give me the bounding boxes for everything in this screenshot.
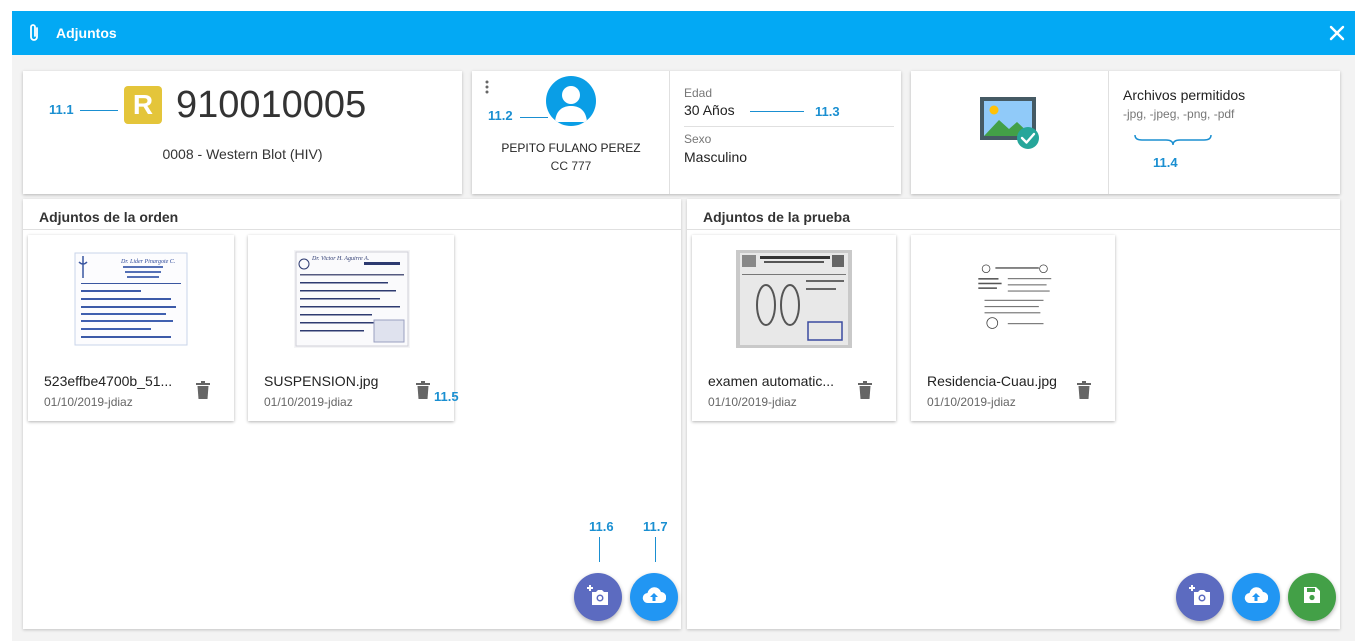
add-photo-icon [586, 584, 610, 611]
upload-button[interactable] [1232, 573, 1280, 621]
attachment-name: examen automatic... [708, 373, 835, 389]
sex-label: Sexo [684, 132, 712, 146]
delete-icon[interactable] [196, 381, 210, 399]
annotation-11-1: 11.1 [49, 102, 74, 117]
attachment-thumbnail [736, 250, 852, 348]
study-name: 0008 - Western Blot (HIV) [162, 146, 323, 162]
permitted-file-types: -jpg, -jpeg, -png, -pdf [1123, 107, 1235, 121]
attachment-name: SUSPENSION.jpg [264, 373, 379, 389]
age-label: Edad [684, 86, 713, 100]
annotation-line [655, 537, 656, 562]
cloud-upload-icon [1244, 586, 1269, 609]
delete-icon[interactable] [1077, 381, 1091, 399]
cloud-upload-icon [642, 586, 667, 609]
svg-text:Dr. Lider Pinargote C.: Dr. Lider Pinargote C. [120, 259, 175, 265]
dialog-title: Adjuntos [56, 25, 117, 41]
upload-button[interactable] [630, 573, 678, 621]
brace-icon [1134, 133, 1212, 147]
sex-value: Masculino [684, 149, 748, 165]
avatar [546, 76, 596, 126]
svg-text:Dr. Victor H. Aguirre A.: Dr. Victor H. Aguirre A. [311, 256, 369, 262]
attachment-name: Residencia-Cuau.jpg [927, 373, 1057, 389]
add-photo-button[interactable] [574, 573, 622, 621]
annotation-line [80, 110, 118, 111]
annotation-11-6: 11.6 [589, 519, 614, 534]
image-check-icon [979, 96, 1041, 150]
paperclip-icon [26, 22, 42, 44]
permitted-files-title: Archivos permitidos [1123, 87, 1246, 103]
annotation-11-5: 11.5 [434, 389, 459, 404]
divider [687, 229, 1340, 230]
divider [23, 229, 681, 230]
close-icon[interactable] [1325, 21, 1349, 45]
attachment-card[interactable]: Dr. Victor H. Aguirre A. SUSPENSION.jpg … [248, 235, 454, 421]
more-vert-icon[interactable] [484, 80, 490, 96]
dialog-header: Adjuntos [12, 11, 1355, 55]
attachment-meta: 01/10/2019-jdiaz [44, 395, 133, 409]
annotation-line [520, 117, 548, 118]
attachment-name: 523effbe4700b_51... [44, 373, 173, 389]
divider [669, 71, 670, 194]
attachment-card[interactable]: Residencia-Cuau.jpg 01/10/2019-jdiaz [911, 235, 1115, 421]
panel-title: Adjuntos de la orden [39, 209, 179, 225]
annotation-11-3: 11.3 [815, 104, 840, 119]
attachment-meta: 01/10/2019-jdiaz [927, 395, 1016, 409]
add-photo-icon [1188, 584, 1212, 611]
panel-title: Adjuntos de la prueba [703, 209, 851, 225]
attachment-thumbnail: Dr. Victor H. Aguirre A. [294, 250, 410, 348]
annotation-11-2: 11.2 [488, 108, 513, 123]
attachment-thumbnail [969, 260, 1059, 338]
annotation-line [599, 537, 600, 562]
order-number: 910010005 [176, 84, 367, 126]
attachment-card[interactable]: examen automatic... 01/10/2019-jdiaz [692, 235, 896, 421]
attachment-card[interactable]: Dr. Lider Pinargote C. 523effbe4700b_51.… [28, 235, 234, 421]
annotation-11-7: 11.7 [643, 519, 668, 534]
add-photo-button[interactable] [1176, 573, 1224, 621]
divider [1108, 71, 1109, 194]
annotation-line [750, 111, 804, 112]
age-value: 30 Años [684, 102, 735, 118]
delete-icon[interactable] [416, 381, 430, 399]
save-icon [1303, 586, 1321, 609]
delete-icon[interactable] [858, 381, 872, 399]
patient-name: PEPITO FULANO PEREZ [501, 141, 641, 155]
save-button[interactable] [1288, 573, 1336, 621]
patient-document: CC 777 [550, 159, 592, 173]
attachment-thumbnail: Dr. Lider Pinargote C. [73, 250, 189, 348]
attachment-meta: 01/10/2019-jdiaz [264, 395, 353, 409]
order-type-badge: R [124, 86, 162, 124]
annotation-11-4: 11.4 [1153, 155, 1178, 170]
divider [684, 126, 894, 127]
attachment-meta: 01/10/2019-jdiaz [708, 395, 797, 409]
